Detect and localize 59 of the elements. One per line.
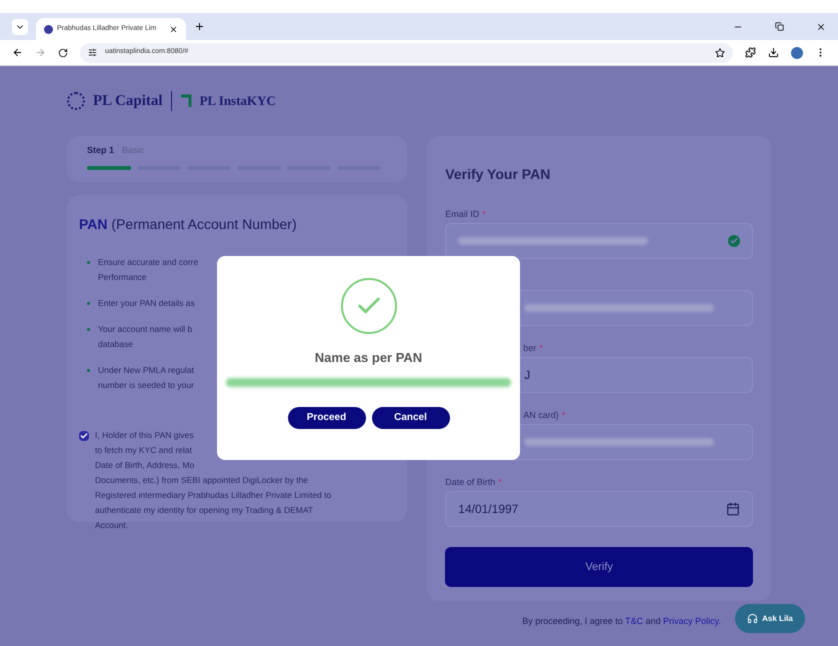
new-tab-icon — [194, 21, 205, 32]
field-label: AN card) — [523, 409, 559, 422]
bullet-text: Enter your PAN details as — [98, 297, 195, 310]
verify-button[interactable]: Verify — [445, 547, 753, 587]
consent-text: Documents, etc.) from SEBI appointed DigiLocker by the — [95, 474, 308, 487]
forward-icon — [35, 47, 46, 58]
card-title: PAN (Permanent Account Number) — [79, 215, 298, 234]
restore-icon — [775, 22, 784, 31]
bookmark-star-icon — [715, 48, 725, 58]
success-check-icon — [340, 278, 396, 334]
required-mark: * — [498, 476, 502, 490]
bullet-text: Your account name will b — [98, 323, 192, 336]
terms-link[interactable]: T&C — [625, 616, 644, 626]
field-label: Date of Birth — [445, 476, 496, 490]
privacy-policy-link[interactable]: Privacy Policy — [663, 616, 718, 626]
consent-text: I, Holder of this PAN gives — [95, 429, 194, 442]
field-label: ber — [523, 342, 536, 356]
consent-text: Registered intermediary Prabhudas Lilladher Private Limited to — [95, 489, 332, 502]
bullet-text: Performance — [98, 271, 147, 284]
bracket-logo-icon — [180, 94, 192, 108]
back-icon — [12, 47, 23, 58]
download-icon — [768, 47, 779, 58]
brand-name: PL Capital — [93, 92, 163, 111]
required-mark: * — [562, 409, 566, 422]
consent-text: Date of Birth, Address, Mo — [95, 459, 194, 472]
consent-text: Account. — [95, 519, 128, 532]
form-title: Verify Your PAN — [445, 165, 552, 184]
proceed-button[interactable]: Proceed — [288, 406, 366, 428]
globe-logo-icon — [67, 92, 85, 110]
step-label: Step 1 — [87, 144, 114, 157]
headset-icon — [747, 613, 758, 624]
verified-check-icon — [728, 235, 740, 247]
date-field[interactable]: 14/01/1997 — [445, 491, 753, 527]
profile-avatar-icon[interactable] — [791, 46, 803, 58]
consent-text: authenticate my identity for opening my Trading & DEMAT — [95, 504, 314, 517]
field-label: Email ID — [445, 208, 480, 222]
required-mark: * — [539, 342, 543, 356]
terms-sentence: By proceeding, I agree to T&C and Privacy Policy. — [522, 615, 721, 628]
bullet-text: number is seeded to your — [98, 379, 194, 392]
reload-icon — [58, 48, 68, 58]
favicon-icon — [44, 24, 53, 34]
ask-lila-button[interactable]: Ask Lila — [735, 604, 805, 633]
bullet-text: Under New PMLA regulat — [98, 364, 194, 377]
consent-checkbox[interactable] — [79, 431, 89, 441]
bullet-text: Ensure accurate and corre — [98, 256, 198, 269]
extensions-icon — [745, 47, 756, 58]
product-name: PL InstaKYC — [200, 92, 276, 110]
field-value: J — [524, 367, 530, 384]
input-field[interactable] — [445, 223, 753, 259]
close-icon — [816, 22, 826, 32]
cancel-button[interactable]: Cancel — [372, 406, 450, 428]
dialog-title: Name as per PAN — [314, 349, 422, 367]
required-mark: * — [482, 208, 486, 222]
field-value: 14/01/1997 — [458, 501, 518, 518]
consent-text: to fetch my KYC and relat — [95, 444, 192, 457]
calendar-icon — [726, 502, 740, 516]
bullet-text: database — [98, 338, 133, 351]
site-settings-icon — [88, 48, 97, 57]
close-icon — [169, 24, 178, 34]
